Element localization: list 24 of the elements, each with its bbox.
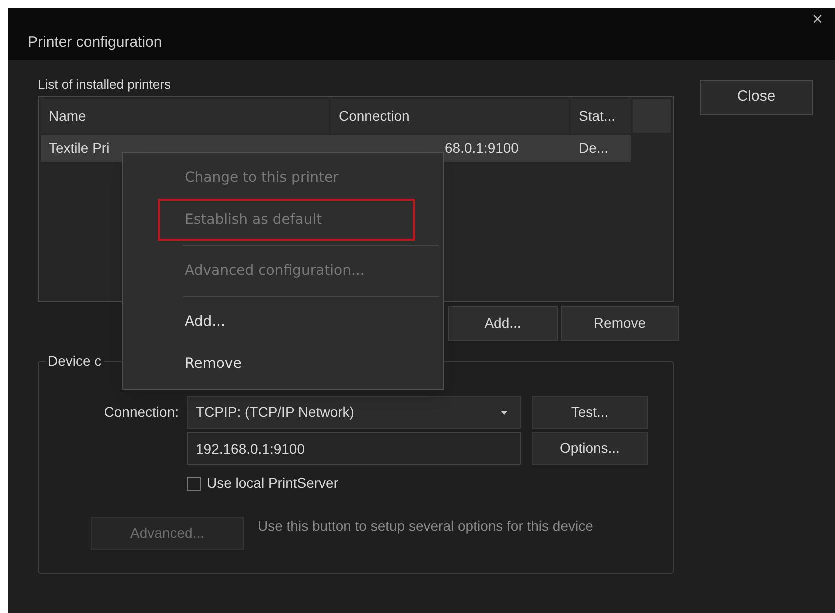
window-title: Printer configuration <box>28 33 162 53</box>
address-field[interactable]: 192.168.0.1:9100 <box>187 432 521 465</box>
caret-icon <box>501 410 508 414</box>
menu-item[interactable]: Add... <box>158 301 415 343</box>
advanced-help: Use this button to setup several options for this device <box>258 517 594 535</box>
table-cell-text: De... <box>578 139 610 158</box>
options-button[interactable]: Options... <box>532 432 648 465</box>
table-cell-text: Textile Pri <box>48 139 111 158</box>
list-button[interactable]: Remove <box>561 306 679 341</box>
list-button[interactable]: Add... <box>448 306 558 341</box>
checkbox-label: Use local PrintServer <box>207 474 338 493</box>
close-dialog-button[interactable]: Close <box>700 80 813 115</box>
list-label: List of installed printers <box>38 78 172 91</box>
test-button[interactable]: Test... <box>532 396 648 429</box>
column-header[interactable]: Connection <box>331 99 569 133</box>
close-button[interactable]: × <box>812 10 823 28</box>
table-cell-text: 68.0.1:9100 <box>444 139 520 158</box>
menu-item[interactable]: Remove <box>158 343 415 385</box>
column-header[interactable]: Stat... <box>571 99 631 133</box>
connection-label: Connection: <box>103 403 179 422</box>
column-header[interactable]: Name <box>41 99 329 133</box>
connection-dropdown[interactable]: TCPIP: (TCP/IP Network) <box>187 396 521 429</box>
dropdown-value: TCPIP: (TCP/IP Network) <box>196 403 354 422</box>
checkbox[interactable] <box>187 476 201 490</box>
